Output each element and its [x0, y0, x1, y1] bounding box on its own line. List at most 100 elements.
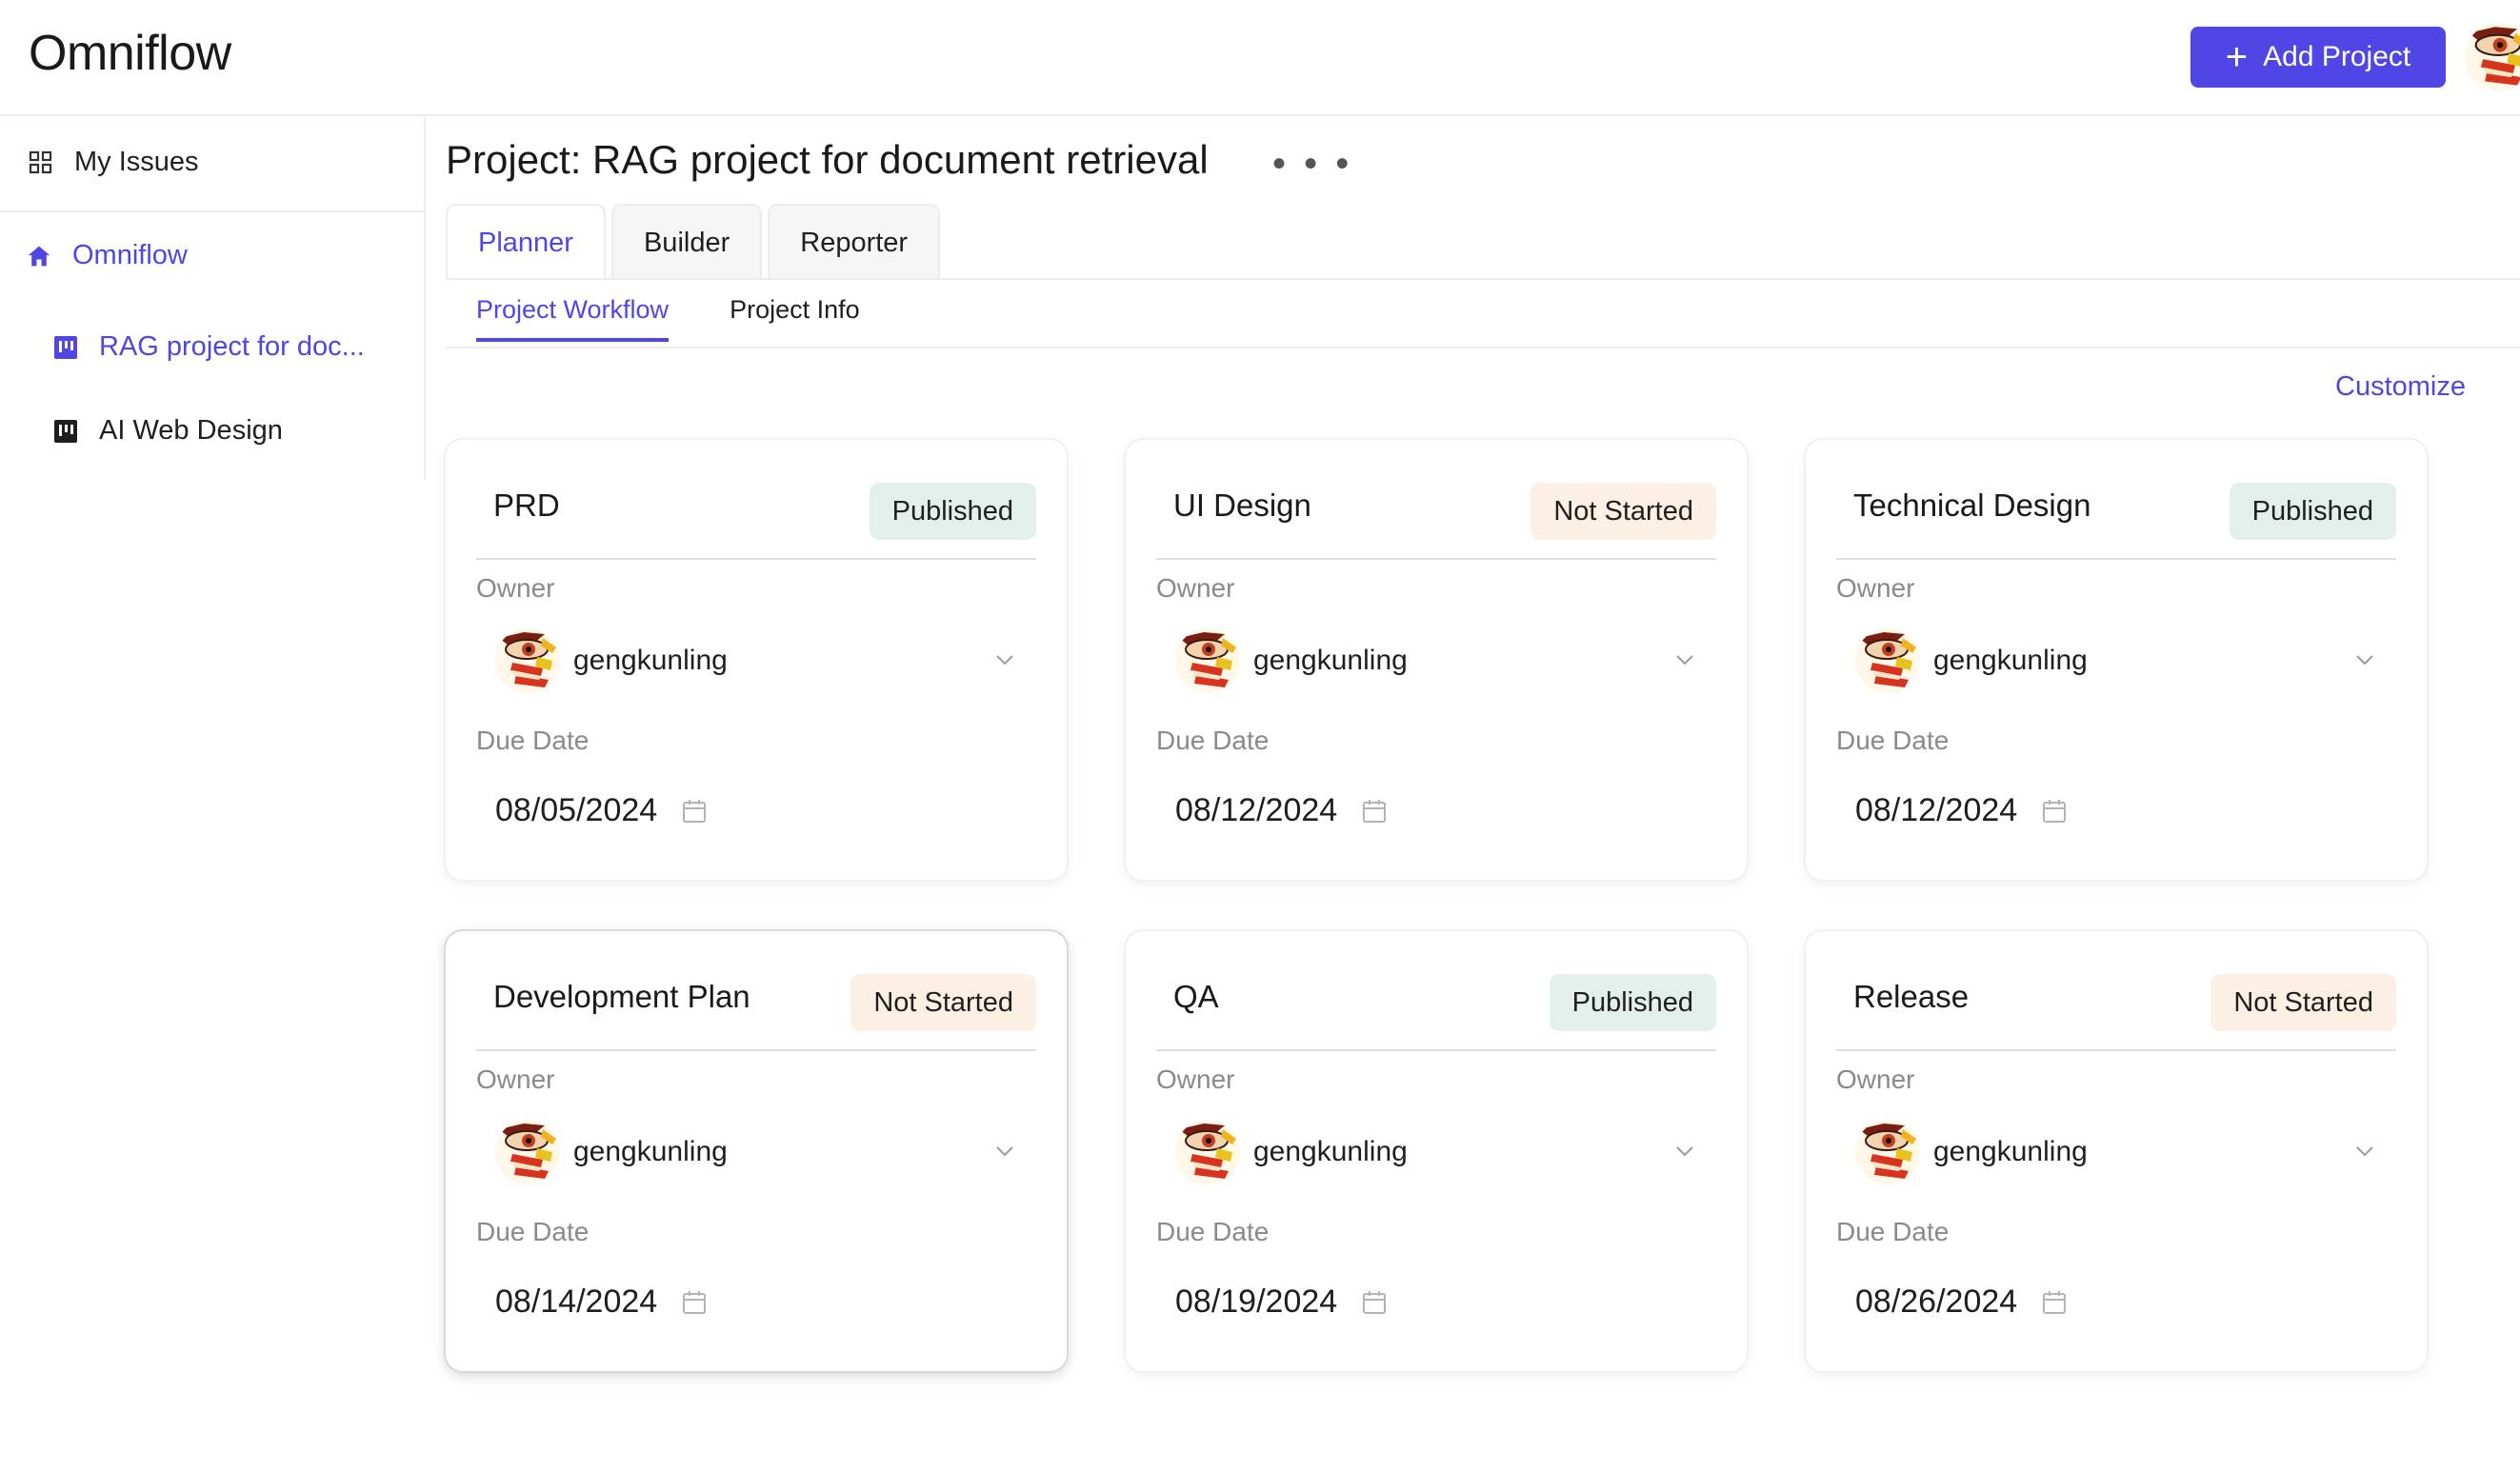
owner-label: Owner [476, 1064, 555, 1094]
tab-reporter[interactable]: Reporter [768, 204, 941, 280]
workflow-card[interactable]: Release Not Started Owner gengkunling Du… [1806, 931, 2427, 1371]
due-date-label: Due Date [476, 726, 590, 755]
owner-name: gengkunling [1933, 1136, 2088, 1167]
card-title: PRD [493, 487, 560, 523]
due-date-value: 08/05/2024 [495, 792, 658, 828]
owner-name: gengkunling [1253, 1136, 1408, 1167]
card-divider [1836, 558, 2396, 560]
sidebar-item-label: Omniflow [72, 240, 188, 270]
sidebar-item-label: RAG project for doc... [99, 331, 365, 362]
owner-name: gengkunling [573, 1136, 728, 1167]
owner-select[interactable]: gengkunling [1855, 627, 2398, 695]
workflow-card[interactable]: Development Plan Not Started Owner gengk… [446, 931, 1067, 1371]
due-date-label: Due Date [1836, 726, 1950, 755]
board-icon [53, 419, 78, 444]
owner-label: Owner [1156, 1064, 1235, 1094]
due-date-value: 08/26/2024 [1855, 1283, 2018, 1320]
calendar-icon[interactable] [1360, 797, 1389, 826]
tabs-divider [446, 278, 2520, 280]
avatar [1855, 628, 1920, 693]
grid-icon [29, 150, 53, 175]
due-date-field[interactable]: 08/12/2024 [1175, 792, 1389, 829]
chevron-down-icon [996, 655, 1013, 666]
owner-label: Owner [1836, 1064, 1915, 1094]
sidebar-item-my-issues[interactable]: My Issues [29, 147, 199, 178]
calendar-icon[interactable] [2040, 797, 2069, 826]
app-logo: Omniflow [29, 26, 231, 81]
owner-select[interactable]: gengkunling [495, 1118, 1038, 1186]
customize-link[interactable]: Customize [2335, 371, 2466, 403]
workflow-card[interactable]: QA Published Owner gengkunling Due Date … [1126, 931, 1747, 1371]
calendar-icon[interactable] [680, 1288, 709, 1317]
chevron-down-icon [2356, 1146, 2373, 1157]
avatar [1175, 628, 1240, 693]
subtab-project-workflow[interactable]: Project Workflow [476, 295, 670, 342]
sidebar-item-omniflow[interactable]: Omniflow [27, 240, 188, 271]
chevron-down-icon [1676, 655, 1693, 666]
workflow-card[interactable]: PRD Published Owner gengkunling Due Date… [446, 440, 1067, 880]
due-date-field[interactable]: 08/19/2024 [1175, 1283, 1389, 1321]
status-badge: Published [2229, 483, 2396, 540]
due-date-value: 08/12/2024 [1855, 792, 2018, 828]
sidebar-item-ai-web-design[interactable]: AI Web Design [53, 415, 283, 447]
due-date-label: Due Date [1156, 726, 1270, 755]
owner-select[interactable]: gengkunling [1175, 627, 1718, 695]
add-project-button[interactable]: + Add Project [2190, 27, 2446, 88]
card-divider [1836, 1049, 2396, 1051]
chevron-down-icon [996, 1146, 1013, 1157]
due-date-field[interactable]: 08/05/2024 [495, 792, 709, 829]
card-title: UI Design [1173, 487, 1311, 523]
sidebar: My Issues Omniflow RAG project for doc..… [0, 118, 426, 480]
due-date-label: Due Date [1836, 1217, 1950, 1246]
tab-planner[interactable]: Planner [446, 204, 606, 280]
card-title: Release [1853, 979, 1970, 1014]
card-divider [1156, 558, 1716, 560]
status-badge: Published [869, 483, 1036, 540]
due-date-value: 08/12/2024 [1175, 792, 1338, 828]
avatar [495, 1120, 560, 1184]
owner-label: Owner [1156, 573, 1235, 603]
owner-select[interactable]: gengkunling [495, 627, 1038, 695]
card-title: QA [1173, 979, 1219, 1014]
card-title: Development Plan [493, 979, 750, 1014]
owner-label: Owner [476, 573, 555, 603]
avatar [495, 628, 560, 693]
due-date-field[interactable]: 08/14/2024 [495, 1283, 709, 1321]
workflow-card[interactable]: UI Design Not Started Owner gengkunling … [1126, 440, 1747, 880]
avatar [1855, 1120, 1920, 1184]
owner-label: Owner [1836, 573, 1915, 603]
sidebar-item-rag-project[interactable]: RAG project for doc... [53, 331, 365, 363]
sub-tabs: Project Workflow Project Info [476, 295, 860, 342]
calendar-icon[interactable] [1360, 1288, 1389, 1317]
owner-select[interactable]: gengkunling [1855, 1118, 2398, 1186]
status-badge: Not Started [850, 974, 1036, 1031]
status-badge: Not Started [1530, 483, 1716, 540]
add-project-label: Add Project [2263, 41, 2411, 72]
chevron-down-icon [1676, 1146, 1693, 1157]
status-badge: Not Started [2210, 974, 2396, 1031]
plus-icon: + [2225, 36, 2249, 78]
due-date-field[interactable]: 08/26/2024 [1855, 1283, 2069, 1321]
workflow-card[interactable]: Technical Design Published Owner gengkun… [1806, 440, 2427, 880]
page-title: Project: RAG project for document retrie… [446, 137, 1209, 182]
owner-select[interactable]: gengkunling [1175, 1118, 1718, 1186]
sidebar-item-label: AI Web Design [99, 415, 283, 446]
card-title: Technical Design [1853, 487, 2091, 523]
card-divider [476, 1049, 1036, 1051]
subtab-project-info[interactable]: Project Info [730, 295, 860, 342]
calendar-icon[interactable] [680, 797, 709, 826]
sidebar-divider [0, 210, 426, 212]
more-options-icon[interactable]: • • • [1272, 143, 1352, 186]
tab-builder[interactable]: Builder [610, 204, 763, 280]
user-avatar[interactable] [2465, 23, 2520, 91]
subtabs-divider [446, 347, 2520, 348]
sidebar-item-label: My Issues [74, 147, 199, 177]
chevron-down-icon [2356, 655, 2373, 666]
due-date-value: 08/14/2024 [495, 1283, 658, 1320]
calendar-icon[interactable] [2040, 1288, 2069, 1317]
avatar [1175, 1120, 1240, 1184]
status-badge: Published [1549, 974, 1716, 1031]
due-date-field[interactable]: 08/12/2024 [1855, 792, 2069, 829]
board-icon [53, 335, 78, 360]
owner-name: gengkunling [1253, 645, 1408, 676]
